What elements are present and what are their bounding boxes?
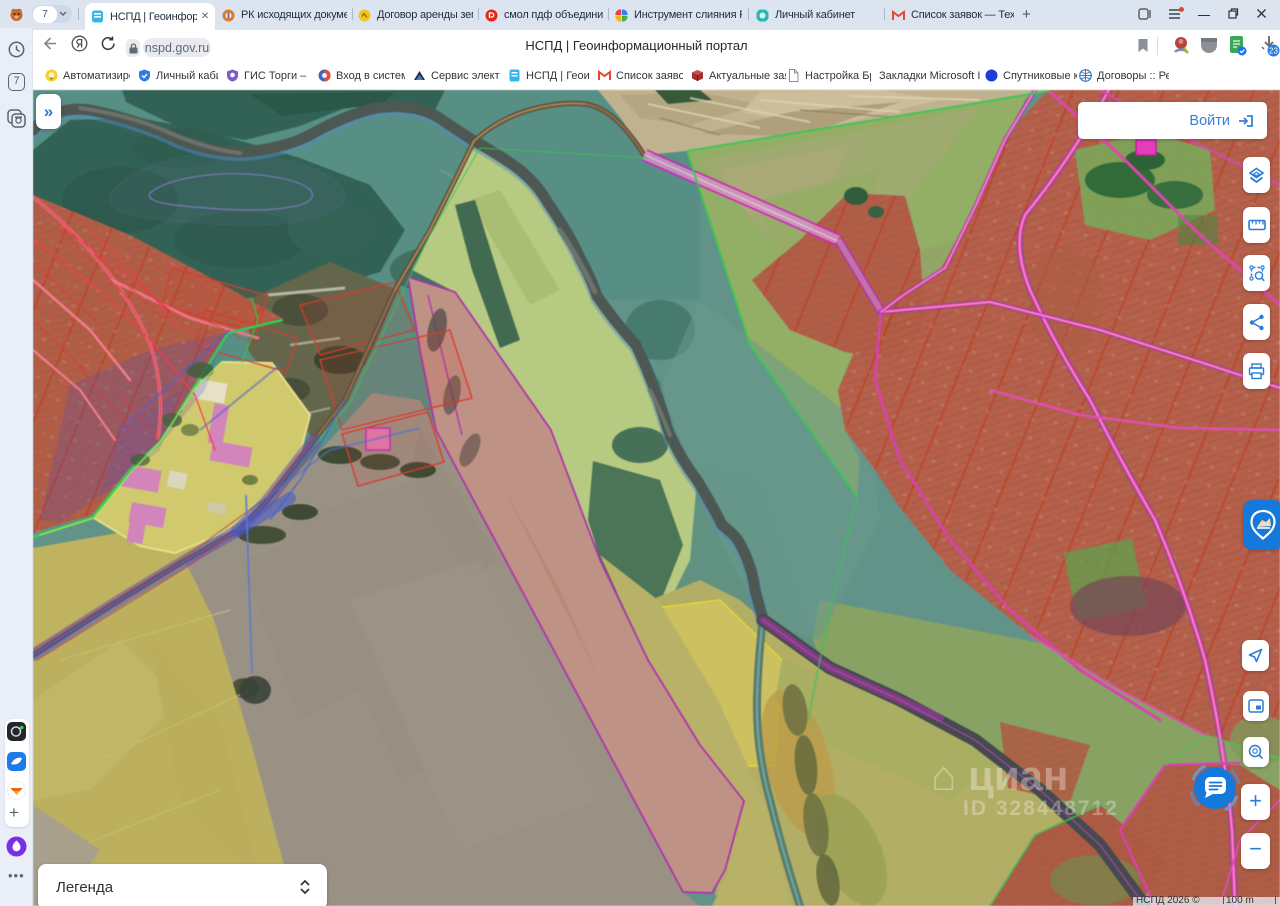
svg-text:23: 23 [1269, 47, 1278, 56]
